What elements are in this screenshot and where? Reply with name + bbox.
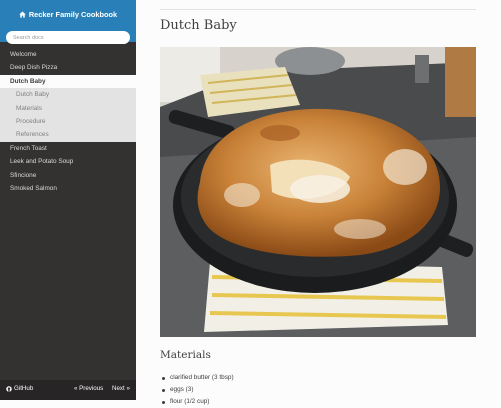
previous-link[interactable]: « Previous (74, 385, 103, 392)
brand-link[interactable]: Recker Family Cookbook (19, 10, 117, 19)
sidebar-subitem-dutch-baby[interactable]: Dutch Baby (0, 88, 136, 101)
materials-list: clarified butter (3 tbsp) eggs (3) flour… (160, 372, 234, 408)
github-label: GitHub (14, 385, 34, 392)
home-icon (19, 11, 26, 18)
sidebar-item-french-toast[interactable]: French Toast (0, 142, 136, 155)
list-item: eggs (3) (160, 384, 234, 396)
list-item: flour (1/2 cup) (160, 396, 234, 408)
sidebar-item-leek-and-potato-soup[interactable]: Leek and Potato Soup (0, 155, 136, 168)
brand-title: Recker Family Cookbook (28, 10, 118, 19)
sidebar-subitem-procedure[interactable]: Procedure (0, 115, 136, 128)
sidebar-item-sfincione[interactable]: Sfincione (0, 169, 136, 182)
sidebar-subitem-materials[interactable]: Materials (0, 102, 136, 115)
sidebar-nav: Welcome Deep Dish Pizza Dutch Baby Dutch… (0, 48, 136, 195)
sidebar-subitem-references[interactable]: References (0, 128, 136, 141)
sidebar-item-deep-dish-pizza[interactable]: Deep Dish Pizza (0, 61, 136, 74)
page-title: Dutch Baby (160, 18, 237, 33)
sidebar-item-welcome[interactable]: Welcome (0, 48, 136, 61)
next-link[interactable]: Next » (112, 385, 130, 392)
sidebar-item-smoked-salmon[interactable]: Smoked Salmon (0, 182, 136, 195)
main-content: Dutch Baby Materials clarified butter (3… (136, 0, 501, 405)
list-item: clarified butter (3 tbsp) (160, 372, 234, 384)
sidebar-item-dutch-baby[interactable]: Dutch Baby (0, 74, 136, 89)
sidebar: Recker Family Cookbook Welcome Deep Dish… (0, 0, 136, 400)
github-icon (6, 385, 12, 392)
sidebar-footer: GitHub « Previous Next » (0, 380, 136, 400)
sidebar-subnav: Dutch Baby Materials Procedure Reference… (0, 88, 136, 142)
dutch-baby-photo (160, 47, 476, 337)
search-input[interactable] (6, 31, 130, 44)
github-link[interactable]: GitHub (6, 385, 33, 392)
materials-heading: Materials (160, 349, 211, 361)
sidebar-header: Recker Family Cookbook (0, 0, 136, 44)
breadcrumb-divider (160, 9, 476, 10)
